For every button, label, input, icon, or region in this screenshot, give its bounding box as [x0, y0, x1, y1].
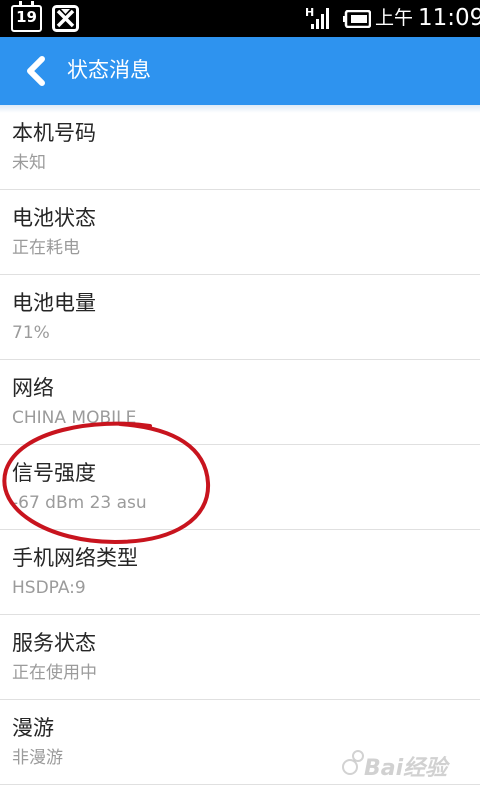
item-title: 电池状态: [12, 206, 96, 230]
item-value: 71%: [12, 323, 50, 343]
item-title: 服务状态: [12, 631, 96, 655]
status-item-phone-number[interactable]: 本机号码 未知: [0, 105, 480, 190]
page-title: 状态消息: [67, 58, 151, 82]
status-item-battery-level[interactable]: 电池电量 71%: [0, 275, 480, 360]
svg-text:H: H: [305, 6, 314, 19]
item-title: 本机号码: [12, 121, 96, 145]
calendar-icon: 19: [11, 1, 42, 32]
item-title: 漫游: [12, 716, 54, 740]
status-bar: 19 H 上午 11:09: [0, 0, 480, 37]
signal-icon: H: [305, 6, 329, 29]
item-title: 网络: [12, 376, 54, 400]
watermark-text: Bai经验: [364, 756, 448, 781]
item-value: 正在耗电: [12, 238, 80, 258]
chevron-left-icon: [27, 56, 45, 86]
action-bar: 状态消息: [0, 37, 480, 105]
item-value: 正在使用中: [12, 663, 97, 683]
status-item-battery-status[interactable]: 电池状态 正在耗电: [0, 190, 480, 275]
highlight-ellipse: [2, 421, 211, 545]
status-ampm: 上午: [375, 7, 414, 29]
battery-icon: [343, 10, 371, 28]
item-value: HSDPA:9: [12, 578, 86, 598]
status-item-service-state[interactable]: 服务状态 正在使用中: [0, 615, 480, 700]
item-value: 未知: [12, 153, 46, 173]
item-title: 电池电量: [12, 291, 96, 315]
item-value: 非漫游: [12, 748, 63, 768]
status-time: 11:09: [418, 5, 480, 31]
app-notification-icon: [52, 5, 79, 32]
back-button[interactable]: [18, 51, 54, 91]
